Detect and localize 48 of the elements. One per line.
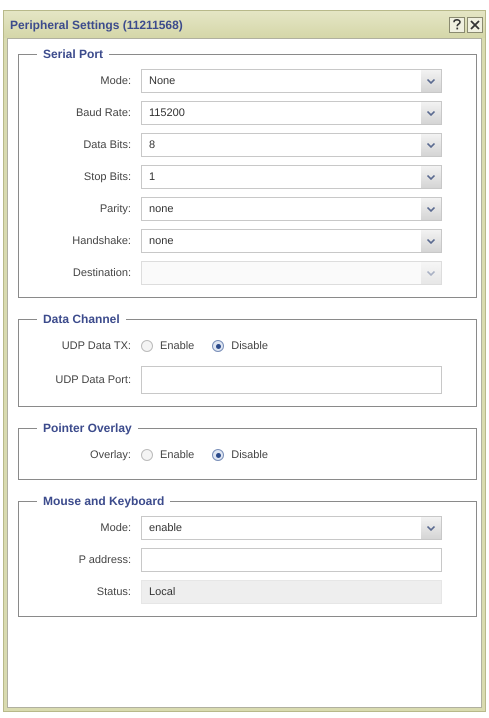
field-label: UDP Data TX:: [60, 340, 132, 352]
chevron-down-icon: [427, 78, 435, 84]
close-button[interactable]: [467, 16, 483, 32]
radio-button[interactable]: [141, 340, 153, 352]
chevron-down-icon: [427, 238, 435, 244]
dropdown[interactable]: 115200: [141, 101, 442, 125]
field-label: Destination:: [72, 267, 132, 279]
field-label: Mode:: [99, 75, 132, 87]
radio-button[interactable]: [141, 449, 153, 461]
field-label: Mode:: [99, 522, 132, 534]
field-label: Parity:: [98, 203, 132, 215]
dropdown[interactable]: none: [141, 229, 442, 253]
input-field[interactable]: [141, 366, 442, 394]
status-field: Local: [141, 580, 442, 604]
section-title: Data Channel: [42, 312, 121, 326]
radio-button[interactable]: [212, 449, 224, 461]
input-field[interactable]: [141, 548, 442, 572]
field-label: Overlay:: [89, 449, 132, 461]
field-label: Data Bits:: [82, 139, 132, 151]
chevron-down-icon: [427, 206, 435, 212]
window-title: Peripheral Settings (11211568): [10, 18, 184, 32]
radio-label[interactable]: Enable: [160, 340, 194, 352]
field-label: Handshake:: [71, 235, 132, 247]
dropdown[interactable]: enable: [141, 516, 442, 540]
question-mark-icon: [453, 19, 461, 30]
help-button[interactable]: [449, 16, 465, 32]
section-title: Mouse and Keyboard: [42, 494, 166, 508]
radio-button[interactable]: [212, 340, 224, 352]
chevron-down-icon: [427, 142, 435, 148]
radio-label[interactable]: Disable: [231, 449, 268, 461]
radio-label[interactable]: Enable: [160, 449, 194, 461]
close-icon: [470, 20, 480, 30]
field-label: Baud Rate:: [74, 107, 132, 119]
section-title: Serial Port: [42, 47, 104, 61]
chevron-down-icon: [427, 526, 435, 530]
chevron-down-icon: [427, 110, 435, 116]
field-label: Status:: [96, 586, 132, 598]
chevron-down-icon: [427, 174, 435, 180]
field-label: Stop Bits:: [82, 171, 132, 183]
field-label: P address:: [78, 554, 132, 566]
field-label: UDP Data Port:: [54, 374, 132, 386]
chevron-down-icon: [427, 270, 435, 276]
dropdown[interactable]: None: [141, 69, 442, 93]
dropdown[interactable]: none: [141, 197, 442, 221]
section-title: Pointer Overlay: [42, 421, 133, 435]
dropdown[interactable]: 8: [141, 133, 442, 157]
radio-label[interactable]: Disable: [231, 340, 268, 352]
dropdown[interactable]: 1: [141, 165, 442, 189]
